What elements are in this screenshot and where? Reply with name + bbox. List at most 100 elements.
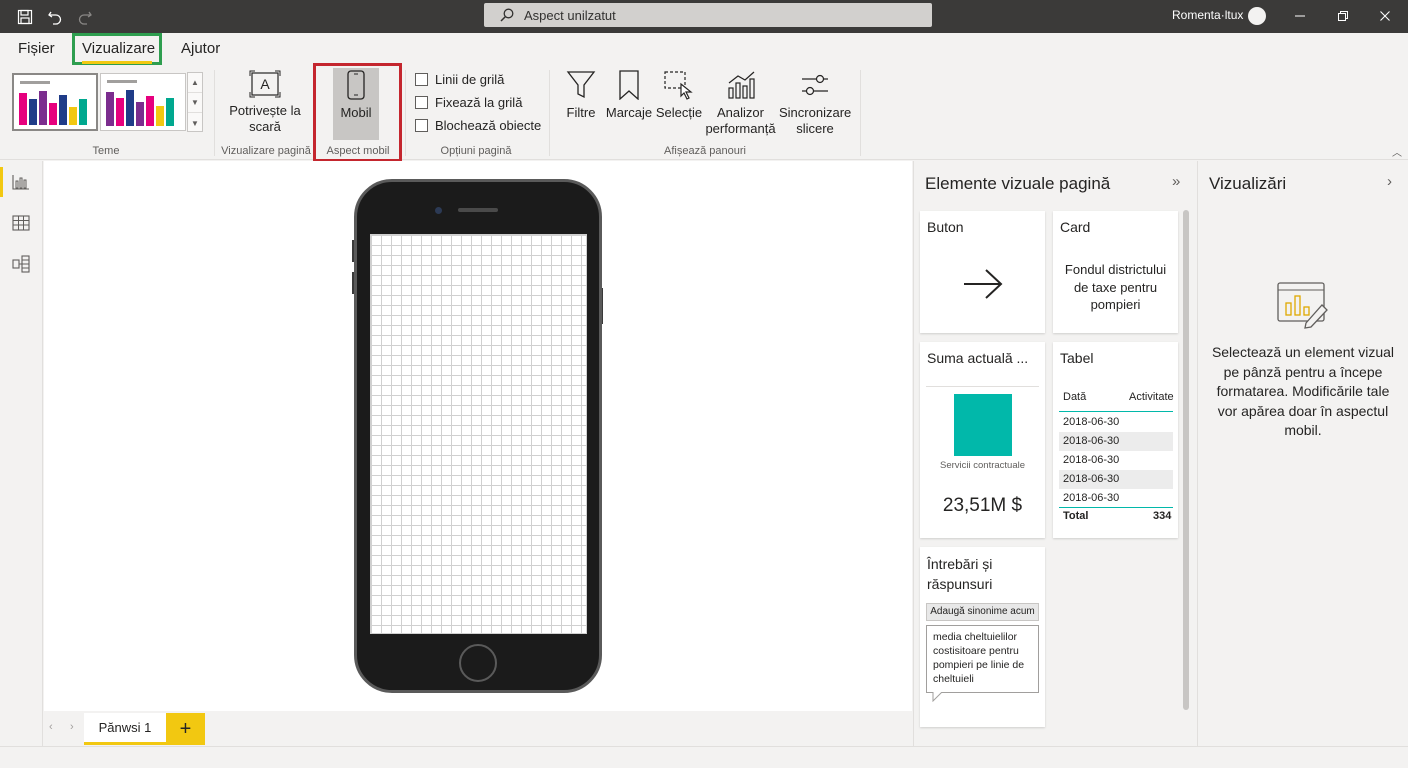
page-tab[interactable]: Pănwsi 1 [84, 713, 166, 745]
table-total-value: 334 [1153, 510, 1172, 522]
visual-card-button[interactable]: Buton [920, 211, 1045, 333]
performance-analyzer-button[interactable]: Analizor performanță [703, 70, 778, 137]
avatar[interactable] [1248, 7, 1266, 25]
card-text: Fondul districtului de taxe pentru pompi… [1064, 262, 1167, 312]
chevron-down-icon[interactable]: ▼ [188, 93, 202, 113]
mobile-highlight-box [313, 63, 402, 162]
add-synonyms-button[interactable]: Adaugă sinonime acum [926, 603, 1039, 621]
selection-pane-button[interactable]: Selecție [655, 70, 703, 121]
sync-slicers-button[interactable]: Sincronizare slicere [779, 70, 851, 137]
fit-to-page-icon: A [222, 70, 308, 98]
qa-question-bubble: media cheltuielilor costisitoare pentru … [926, 625, 1039, 693]
checkbox-box[interactable] [415, 73, 428, 86]
ribbon-divider [214, 70, 215, 156]
table-row: 2018-06-30 [1063, 454, 1120, 466]
table-total-label: Total [1063, 510, 1089, 522]
bookmarks-label: Marcaje [605, 105, 653, 120]
table-row: 2018-06-30 [1059, 432, 1173, 451]
ribbon-divider [549, 70, 550, 156]
checkbox-label: Fixează la grilă [435, 95, 523, 110]
double-chevron-right-icon[interactable]: » [1172, 173, 1180, 190]
visual-card-title: Tabel [1060, 350, 1094, 366]
filters-label: Filtre [566, 105, 596, 120]
phone-speaker [458, 208, 498, 212]
checkbox-box[interactable] [415, 96, 428, 109]
arrow-right-icon [964, 269, 1003, 299]
filters-pane-button[interactable]: Filtre [560, 70, 602, 121]
visual-card-card[interactable]: Card Fondul districtului de taxe pentru … [1053, 211, 1178, 333]
visual-card-title: Buton [927, 219, 964, 235]
user-name[interactable]: Romenta·ltux [1172, 8, 1243, 22]
checkbox-box[interactable] [415, 119, 428, 132]
visual-card-title: Suma actuală ... [927, 350, 1029, 366]
phone-home-button [459, 644, 497, 682]
sync-slicers-label: Sincronizare slicere [779, 105, 852, 136]
format-visual-icon [1277, 282, 1328, 329]
ribbon-divider [860, 70, 861, 156]
active-view-indicator [0, 167, 3, 197]
menu-file[interactable]: Fișier [18, 40, 55, 57]
visual-card-qa[interactable]: Întrebări și răspunsuri Adaugă sinonime … [920, 547, 1045, 727]
restore-icon[interactable] [1330, 4, 1356, 28]
fit-to-page-label: Potrivește la scară [229, 103, 301, 134]
menu-help[interactable]: Ajutor [181, 40, 220, 57]
checkbox-lock-objects[interactable]: Blochează obiecte [415, 118, 541, 133]
visual-card-sum[interactable]: Suma actuală ... Servicii contractuale 2… [920, 342, 1045, 538]
minimize-icon[interactable] [1287, 4, 1313, 28]
sync-slicers-icon [779, 70, 851, 100]
report-view-icon[interactable] [10, 171, 32, 193]
redo-icon[interactable] [74, 6, 96, 28]
save-icon[interactable] [14, 6, 36, 28]
chevron-up-icon[interactable]: ▲ [188, 73, 202, 93]
data-view-icon[interactable] [10, 212, 32, 234]
theme-thumbnail-default[interactable] [12, 73, 98, 131]
performance-analyzer-label: Analizor performanță [705, 105, 776, 136]
group-label-show-panes: Afișează panouri [664, 145, 746, 157]
bookmarks-pane-button[interactable]: Marcaje [604, 70, 654, 121]
chevron-left-icon[interactable]: ‹ [49, 721, 53, 733]
visualizations-title: Vizualizări [1209, 174, 1287, 193]
theme-gallery-scroller[interactable]: ▲ ▼ ▼ [187, 72, 203, 132]
model-view-icon[interactable] [10, 253, 32, 275]
chevron-right-icon[interactable]: › [1387, 173, 1392, 190]
visual-card-title: Card [1060, 219, 1091, 235]
table-header-date: Dată [1063, 391, 1087, 403]
divider [926, 386, 1039, 387]
undo-icon[interactable] [44, 6, 66, 28]
speech-bubble-tail [932, 692, 943, 702]
sum-bar [954, 394, 1012, 456]
svg-text:A: A [260, 76, 270, 92]
search-icon [500, 8, 514, 22]
chevron-right-icon[interactable]: › [70, 721, 74, 733]
selection-icon [655, 70, 703, 100]
table-row: 2018-06-30 [1063, 416, 1120, 428]
group-label-page-view: Vizualizare pagină [221, 145, 311, 157]
visual-card-title: Întrebări și răspunsuri [927, 556, 993, 592]
gallery-more-icon[interactable]: ▼ [188, 113, 202, 133]
pane-scrollbar[interactable] [1183, 210, 1189, 710]
checkbox-label: Linii de grilă [435, 72, 505, 87]
group-label-page-options: Opțiuni pagină [440, 145, 512, 157]
checkbox-gridlines[interactable]: Linii de grilă [415, 72, 504, 87]
selection-label: Selecție [655, 105, 703, 120]
close-icon[interactable] [1372, 4, 1398, 28]
visual-card-table[interactable]: Tabel Dată Activitate 2018-06-30 2018-06… [1053, 342, 1178, 538]
sum-category-label: Servicii contractuale [940, 460, 1026, 471]
search-input[interactable]: Aspect unilzatut [484, 3, 932, 27]
checkbox-label: Blochează obiecte [435, 118, 542, 133]
checkbox-snap-to-grid[interactable]: Fixează la grilă [415, 95, 522, 110]
mobile-layout-canvas[interactable] [370, 234, 587, 634]
search-placeholder: Aspect unilzatut [524, 7, 616, 23]
visualizations-pane [1197, 161, 1408, 746]
fit-to-page-button[interactable]: A Potrivește la scară [222, 70, 308, 135]
title-bar: Aspect unilzatut Romenta·ltux [0, 0, 1408, 33]
filter-icon [560, 70, 602, 100]
status-bar [0, 746, 1408, 768]
visualizations-message: Selectează un element vizual pe pânză pe… [1211, 344, 1395, 438]
collapse-ribbon-icon[interactable]: ︿ [1392, 144, 1402, 159]
menu-view-underline [82, 61, 152, 64]
add-page-button[interactable]: + [166, 713, 205, 745]
phone-camera [435, 207, 442, 214]
theme-thumbnail-alt[interactable] [100, 73, 186, 131]
sum-value: 23,51M $ [942, 495, 1023, 516]
